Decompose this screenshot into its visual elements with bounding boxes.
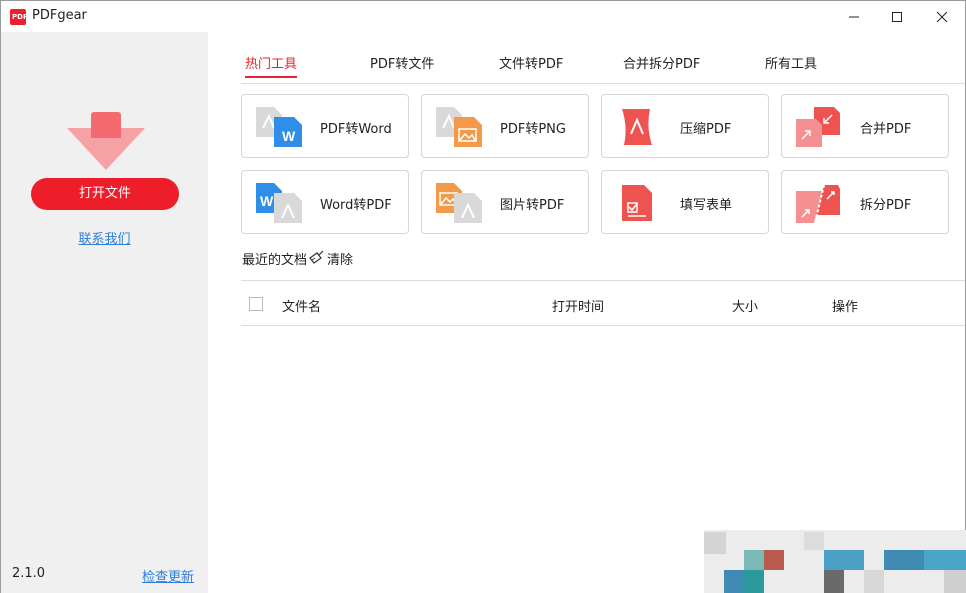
tab-bar: 热门工具 PDF转文件 文件转PDF 合并拆分PDF 所有工具 xyxy=(241,32,965,84)
app-window: PDF PDFgear 打开文件 联系我们 2.1.0 检查更新 热门工具 PD… xyxy=(0,0,966,593)
close-icon xyxy=(936,11,948,22)
image-to-pdf-icon xyxy=(436,183,482,223)
pdfgear-logo: PDF xyxy=(10,9,28,25)
tool-card-compress-pdf[interactable]: 压缩PDF xyxy=(601,94,769,158)
tool-card-pdf-to-png[interactable]: PDF转PNG xyxy=(421,94,589,158)
tool-card-image-to-pdf[interactable]: 图片转PDF xyxy=(421,170,589,234)
tool-label: 填写表单 xyxy=(680,198,733,213)
column-file-name[interactable]: 文件名 xyxy=(282,296,321,315)
column-open-time[interactable]: 打开时间 xyxy=(552,296,604,315)
check-update-link[interactable]: 检查更新 xyxy=(142,566,194,585)
column-actions: 操作 xyxy=(832,300,859,315)
recent-documents-title: 最近的文档 xyxy=(242,253,308,268)
word-to-pdf-icon: W xyxy=(256,183,302,223)
tool-label: 拆分PDF xyxy=(860,198,912,213)
title-bar[interactable]: PDF PDFgear xyxy=(1,1,965,32)
tab-file-to-pdf[interactable]: 文件转PDF xyxy=(499,53,563,72)
tool-label: Word转PDF xyxy=(320,198,392,213)
tool-card-pdf-to-word[interactable]: W PDF转Word xyxy=(241,94,409,158)
minimize-button[interactable] xyxy=(831,1,877,32)
tab-pdf-to-file[interactable]: PDF转文件 xyxy=(370,53,434,72)
tab-merge-split-pdf[interactable]: 合并拆分PDF xyxy=(623,53,700,72)
tool-label: PDF转Word xyxy=(320,122,392,137)
minimize-icon xyxy=(849,16,859,17)
tool-label: 图片转PDF xyxy=(500,198,565,213)
pdf-to-png-icon xyxy=(436,107,482,147)
tool-card-fill-form[interactable]: 填写表单 xyxy=(601,170,769,234)
version-label: 2.1.0 xyxy=(12,566,46,581)
tab-popular-tools[interactable]: 热门工具 xyxy=(245,53,298,78)
window-title: PDFgear xyxy=(32,8,87,23)
tool-label: 合并PDF xyxy=(860,122,912,137)
tab-all-tools[interactable]: 所有工具 xyxy=(765,53,817,72)
merge-pdf-icon xyxy=(796,107,840,147)
split-pdf-icon xyxy=(796,184,840,223)
tool-label: PDF转PNG xyxy=(500,122,566,137)
column-size[interactable]: 大小 xyxy=(732,296,758,315)
clear-recent-button[interactable]: 清除 xyxy=(327,249,353,268)
sidebar: 打开文件 联系我们 2.1.0 检查更新 xyxy=(1,32,208,593)
main-panel: 热门工具 PDF转文件 文件转PDF 合并拆分PDF 所有工具 W PDF转Wo… xyxy=(208,32,965,593)
contact-us-link[interactable]: 联系我们 xyxy=(1,228,208,247)
tool-card-word-to-pdf[interactable]: W Word转PDF xyxy=(241,170,409,234)
svg-text:W: W xyxy=(282,128,296,144)
fill-form-icon xyxy=(622,185,652,221)
tool-card-split-pdf[interactable]: 拆分PDF xyxy=(781,170,949,234)
tool-card-merge-pdf[interactable]: 合并PDF xyxy=(781,94,949,158)
broom-icon[interactable] xyxy=(308,249,324,265)
maximize-button[interactable] xyxy=(874,1,920,32)
pixelated-overlay xyxy=(704,530,966,593)
pdf-to-word-icon: W xyxy=(256,107,302,147)
maximize-icon xyxy=(892,11,902,22)
svg-text:W: W xyxy=(260,193,274,209)
download-arrow-icon xyxy=(67,112,145,170)
compress-pdf-icon xyxy=(622,109,652,145)
open-file-button[interactable]: 打开文件 xyxy=(31,178,179,210)
close-button[interactable] xyxy=(919,1,965,32)
recent-table-header: 文件名 打开时间 大小 操作 xyxy=(241,280,965,326)
tool-label: 压缩PDF xyxy=(680,122,732,137)
select-all-checkbox[interactable] xyxy=(249,297,263,311)
